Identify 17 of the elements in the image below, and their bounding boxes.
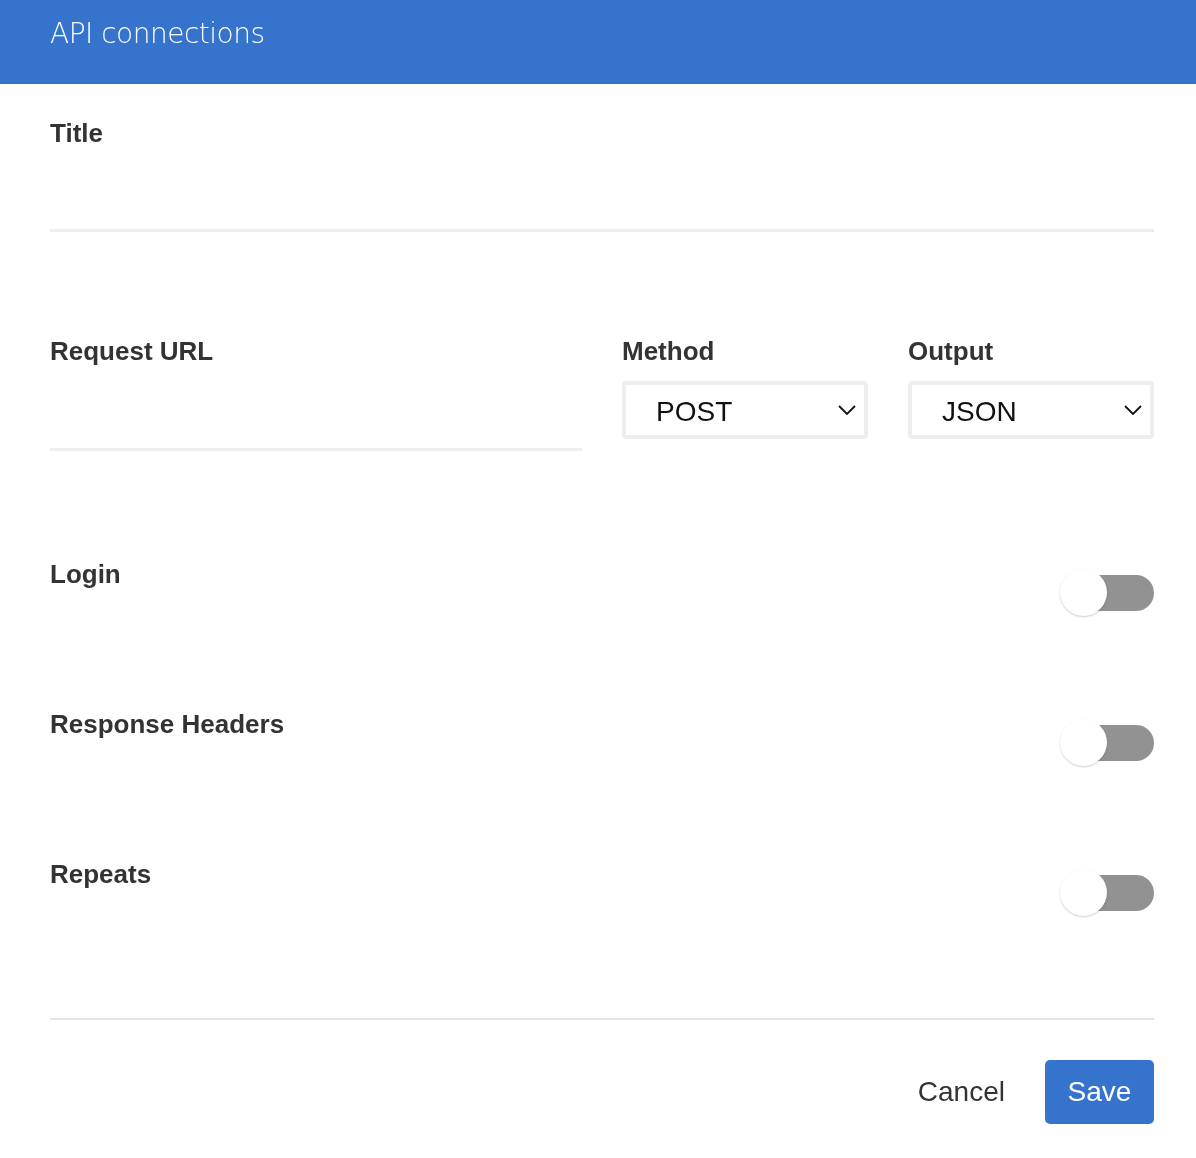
save-button[interactable]: Save	[1045, 1060, 1154, 1124]
toggle-switch[interactable]	[1058, 717, 1156, 769]
chevron-down-icon	[838, 405, 856, 415]
field-label: Method	[622, 336, 716, 367]
field-label: Request URL	[50, 336, 215, 367]
toggle-label: Repeats	[50, 859, 152, 890]
toggle-switch[interactable]	[1058, 867, 1156, 919]
toggle-label: Response Headers	[50, 709, 285, 740]
toggle-switch[interactable]	[1058, 567, 1156, 619]
dropdown[interactable]: JSON	[908, 381, 1154, 439]
dropdown[interactable]: POST	[622, 381, 868, 439]
chevron-down-icon	[1124, 405, 1142, 415]
dialog-title: API connections	[50, 17, 265, 50]
field-label: Title	[50, 118, 104, 149]
field-label: Output	[908, 336, 995, 367]
toggle-label: Login	[50, 559, 121, 590]
cancel-button[interactable]: Cancel	[917, 1076, 1005, 1108]
